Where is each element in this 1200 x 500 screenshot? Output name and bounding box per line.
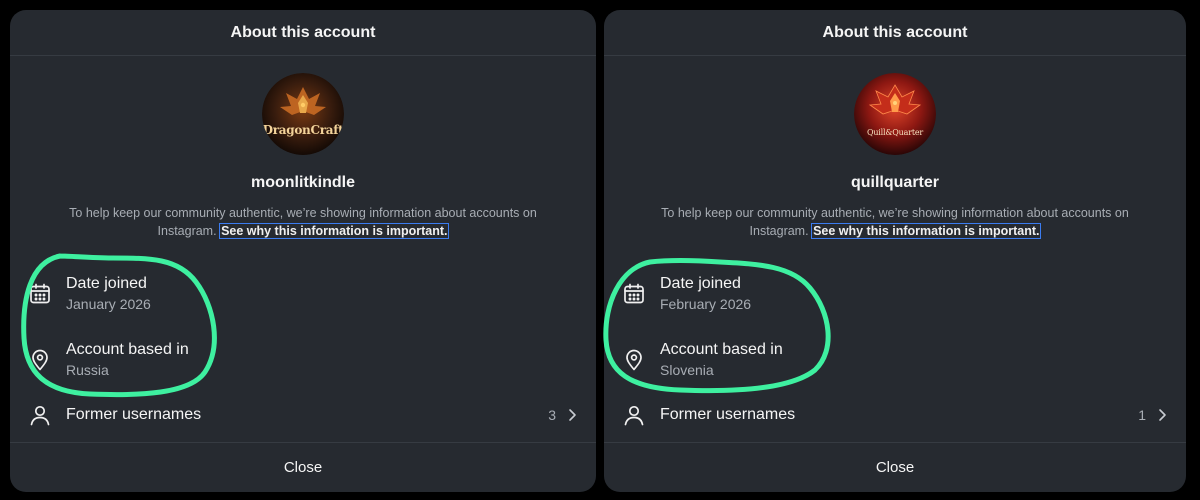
- account-based-in-row: Account based in Russia: [28, 334, 578, 386]
- info-description: To help keep our community authentic, we…: [634, 204, 1156, 240]
- account-based-in-value: Slovenia: [660, 362, 714, 378]
- dialog-title: About this account: [10, 10, 596, 56]
- calendar-icon: [28, 282, 52, 306]
- former-usernames-count: 1: [1138, 407, 1146, 423]
- dialog-title: About this account: [604, 10, 1186, 56]
- see-why-link[interactable]: See why this information is important.: [219, 223, 450, 239]
- former-usernames-row[interactable]: Former usernames 1: [622, 391, 1168, 439]
- date-joined-row: Date joined January 2026: [28, 268, 578, 320]
- avatar-logo-text: Quill&Quarter: [867, 128, 923, 137]
- former-usernames-count: 3: [548, 407, 556, 423]
- avatar[interactable]: DragonCraft: [262, 73, 344, 155]
- info-description: To help keep our community authentic, we…: [40, 204, 566, 240]
- account-based-in-row: Account based in Slovenia: [622, 334, 1168, 386]
- red-dragon-logo-icon: [854, 73, 936, 155]
- account-based-in-value: Russia: [66, 362, 109, 378]
- dragon-logo-icon: [262, 73, 344, 155]
- date-joined-label: Date joined: [66, 275, 147, 292]
- avatar-logo-text: DragonCraft: [262, 123, 344, 137]
- location-pin-icon: [622, 348, 646, 372]
- user-icon: [622, 403, 646, 427]
- date-joined-label: Date joined: [660, 275, 741, 292]
- former-usernames-row[interactable]: Former usernames 3: [28, 391, 578, 439]
- calendar-icon: [622, 282, 646, 306]
- chevron-right-icon: [566, 408, 578, 422]
- date-joined-value: January 2026: [66, 296, 151, 312]
- date-joined-row: Date joined February 2026: [622, 268, 1168, 320]
- avatar[interactable]: Quill&Quarter: [854, 73, 936, 155]
- account-based-in-label: Account based in: [66, 341, 189, 358]
- account-based-in-label: Account based in: [660, 341, 783, 358]
- chevron-right-icon: [1156, 408, 1168, 422]
- location-pin-icon: [28, 348, 52, 372]
- username: quillquarter: [850, 174, 939, 191]
- about-account-dialog-left: About this account DragonCraft moonlitki…: [10, 10, 596, 492]
- see-why-link[interactable]: See why this information is important.: [811, 223, 1042, 239]
- about-account-dialog-right: About this account Quill&Quarter quillqu…: [604, 10, 1186, 492]
- former-usernames-label: Former usernames: [66, 406, 202, 423]
- username: moonlitkindle: [251, 174, 355, 191]
- close-button[interactable]: Close: [604, 442, 1186, 492]
- close-button[interactable]: Close: [10, 442, 596, 492]
- former-usernames-label: Former usernames: [660, 406, 796, 423]
- user-icon: [28, 403, 52, 427]
- date-joined-value: February 2026: [660, 296, 752, 312]
